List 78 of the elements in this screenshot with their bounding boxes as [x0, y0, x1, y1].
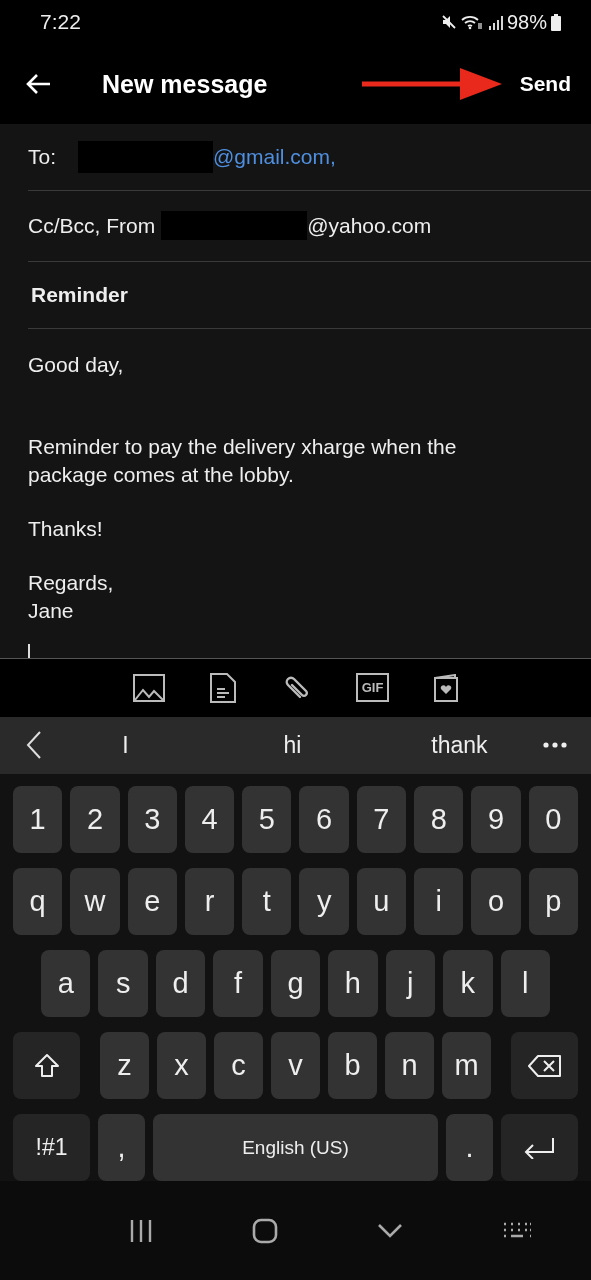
key[interactable]: h [328, 950, 378, 1018]
key[interactable]: , [98, 1114, 145, 1182]
from-label[interactable]: Cc/Bcc, From [28, 213, 156, 238]
mute-icon [440, 14, 457, 31]
suggestion-word[interactable]: I [42, 730, 209, 760]
key[interactable]: i [414, 868, 464, 936]
key[interactable]: w [70, 868, 120, 936]
key[interactable]: b [328, 1032, 377, 1100]
key[interactable]: t [242, 868, 292, 936]
suggestion-word[interactable]: hi [209, 730, 376, 760]
key[interactable]: x [157, 1032, 206, 1100]
key[interactable]: 6 [299, 786, 349, 854]
backspace-key[interactable] [511, 1032, 578, 1100]
key[interactable]: j [385, 950, 436, 1018]
key[interactable]: g [270, 950, 321, 1018]
wifi-icon [460, 14, 483, 31]
symbols-key[interactable]: !#1 [13, 1114, 90, 1182]
shift-key[interactable] [13, 1032, 80, 1100]
greeting-card-icon[interactable] [434, 673, 459, 702]
keyboard-icon[interactable] [501, 1221, 532, 1240]
key[interactable]: 0 [528, 786, 578, 854]
sender-address: @yahoo.com [307, 213, 432, 238]
key[interactable]: 5 [242, 786, 292, 854]
space-bar[interactable]: English (US) [153, 1114, 438, 1182]
hide-keyboard-icon[interactable] [376, 1222, 403, 1239]
key[interactable]: k [443, 950, 493, 1018]
body-paragraph: Thanks! [28, 515, 104, 542]
key[interactable]: 3 [127, 786, 177, 854]
key[interactable]: n [385, 1032, 434, 1100]
key[interactable]: u [356, 868, 407, 936]
key[interactable]: . [446, 1114, 493, 1182]
key[interactable]: z [100, 1032, 149, 1100]
battery-icon [551, 13, 561, 31]
body-paragraph: Good day, [28, 351, 125, 378]
document-icon[interactable] [209, 672, 236, 703]
send-button[interactable]: Send [519, 72, 571, 97]
chevron-left-icon[interactable] [26, 731, 42, 760]
key[interactable]: 7 [356, 786, 407, 854]
text-cursor [28, 644, 30, 659]
screen-title: New message [102, 69, 269, 99]
subject-field[interactable]: Reminder [31, 282, 128, 307]
signal-icon [486, 13, 503, 32]
home-icon[interactable] [252, 1217, 279, 1244]
recent-apps-icon[interactable] [129, 1218, 154, 1243]
key[interactable]: 1 [13, 786, 63, 854]
enter-key[interactable] [501, 1114, 578, 1182]
key[interactable]: s [98, 950, 148, 1018]
body-paragraph: Reminder to pay the delivery xharge when the package comes at the lobby. [28, 433, 458, 488]
key[interactable]: 4 [184, 786, 235, 854]
shift-icon [33, 1052, 60, 1079]
key[interactable]: c [214, 1032, 263, 1100]
key[interactable]: q [13, 868, 63, 936]
key[interactable]: 8 [414, 786, 464, 854]
key[interactable]: 9 [471, 786, 521, 854]
key[interactable]: e [127, 868, 177, 936]
suggestion-word[interactable]: thank [376, 730, 543, 760]
clock: 7:22 [40, 10, 81, 35]
body-paragraph: Regards, Jane [28, 569, 115, 624]
key[interactable]: y [299, 868, 349, 936]
more-icon[interactable] [543, 742, 567, 749]
back-button[interactable] [26, 73, 52, 96]
backspace-icon [527, 1053, 562, 1078]
gif-button[interactable]: GIF [355, 673, 390, 703]
recipient-address[interactable]: @gmail.com, [213, 144, 336, 169]
key[interactable]: l [500, 950, 550, 1018]
key[interactable]: d [155, 950, 206, 1018]
key[interactable]: f [213, 950, 263, 1018]
key[interactable]: m [442, 1032, 491, 1100]
key[interactable]: o [471, 868, 521, 936]
key[interactable]: p [528, 868, 578, 936]
key[interactable]: v [271, 1032, 320, 1100]
image-icon[interactable] [132, 673, 165, 702]
to-label: To: [28, 144, 56, 169]
key[interactable]: a [41, 950, 91, 1018]
battery-percent: 98% [506, 10, 547, 34]
key[interactable]: r [184, 868, 235, 936]
enter-icon [523, 1136, 556, 1159]
key[interactable]: 2 [70, 786, 120, 854]
